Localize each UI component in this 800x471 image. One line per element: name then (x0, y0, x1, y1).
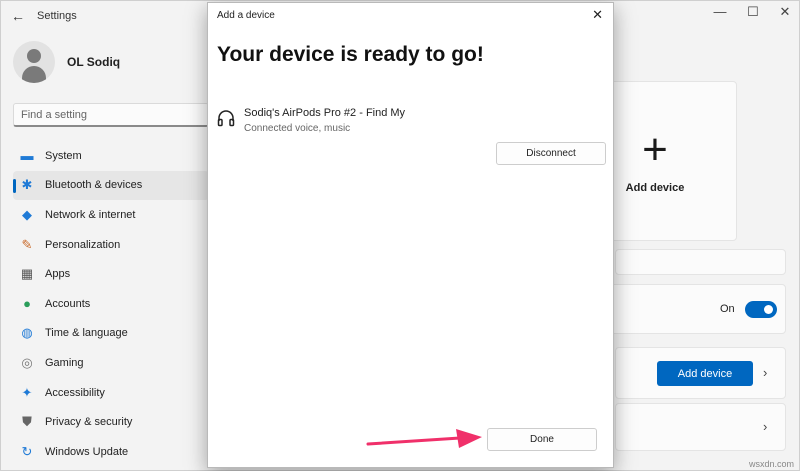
sidebar-item-network-internet[interactable]: ◆ Network & internet (13, 200, 209, 230)
disconnect-button[interactable]: Disconnect (496, 142, 606, 165)
monitor-icon: ▬ (20, 147, 34, 163)
selected-indicator (13, 178, 16, 193)
sidebar-item-bluetooth-devices[interactable]: ✱ Bluetooth & devices (13, 170, 209, 201)
device-name: Sodiq's AirPods Pro #2 - Find My (244, 107, 406, 119)
profile-name: OL Sodiq (67, 55, 121, 69)
toggle-state-label: On (720, 303, 735, 315)
chevron-right-icon[interactable]: › (763, 365, 767, 380)
minimize-icon[interactable]: — (709, 4, 731, 19)
apps-icon: ▦ (20, 266, 34, 282)
avatar (13, 41, 55, 83)
watermark: wsxdn.com (748, 459, 794, 469)
device-status: Connected voice, music (244, 123, 351, 134)
sidebar-item-label: Accessibility (45, 386, 105, 399)
sidebar-nav: ▬ System ✱ Bluetooth & devices ◆ Network & in… (13, 141, 209, 467)
sidebar-item-windows-update[interactable]: ↻ Windows Update (13, 437, 209, 467)
sidebar-item-label: Bluetooth & devices (45, 179, 143, 192)
toggle-knob (764, 305, 773, 314)
sidebar-item-label: Personalization (45, 238, 121, 251)
paired-device: Sodiq's AirPods Pro #2 - Find My Connect… (217, 107, 405, 134)
sidebar-item-privacy-security[interactable]: ⛊ Privacy & security (13, 407, 209, 437)
close-icon[interactable]: ✕ (592, 7, 603, 23)
plus-icon: + (642, 125, 668, 174)
dialog-title: Add a device (217, 10, 275, 21)
sidebar-item-label: Gaming (45, 356, 84, 369)
gamepad-icon: ◎ (21, 354, 33, 370)
wifi-icon: ◆ (22, 206, 32, 222)
sidebar-item-label: Accounts (45, 297, 91, 310)
update-icon: ↻ (21, 443, 33, 459)
sidebar-item-label: Time & language (45, 327, 128, 340)
sidebar-item-time-language[interactable]: ◍ Time & language (13, 319, 209, 349)
person-icon: ● (23, 295, 31, 311)
maximize-icon[interactable]: ☐ (742, 4, 764, 20)
back-arrow-icon[interactable]: ← (11, 8, 25, 24)
user-profile[interactable]: OL Sodiq (13, 41, 120, 83)
more-settings-row (615, 403, 786, 451)
add-device-tile-label: Add device (625, 182, 685, 194)
sidebar-item-gaming[interactable]: ◎ Gaming (13, 348, 209, 378)
add-device-button[interactable]: Add device (657, 361, 753, 386)
sidebar-item-system[interactable]: ▬ System (13, 141, 209, 171)
done-button[interactable]: Done (487, 428, 597, 451)
device-info: Sodiq's AirPods Pro #2 - Find My Connect… (244, 107, 405, 134)
dialog-title-bar: Add a device ✕ (208, 3, 613, 27)
headphones-icon (217, 110, 235, 127)
annotation-arrow-icon (366, 429, 482, 448)
bluetooth-icon: ✱ (21, 177, 33, 193)
search-input[interactable]: Find a setting (13, 103, 209, 127)
app-title: Settings (37, 10, 77, 22)
brush-icon: ✎ (21, 236, 33, 252)
sidebar-item-accessibility[interactable]: ✦ Accessibility (13, 378, 209, 408)
avatar-body-icon (22, 66, 46, 83)
sidebar-item-label: Apps (45, 268, 71, 281)
chevron-right-icon[interactable]: › (763, 419, 767, 434)
sidebar-item-apps[interactable]: ▦ Apps (13, 259, 209, 289)
avatar-head-icon (27, 49, 41, 63)
sidebar-item-label: System (45, 149, 82, 162)
sidebar-item-label: Network & internet (45, 208, 136, 221)
dialog-heading: Your device is ready to go! (217, 43, 484, 66)
accessibility-icon: ✦ (21, 384, 33, 400)
sidebar-item-personalization[interactable]: ✎ Personalization (13, 230, 209, 260)
sidebar-item-label: Privacy & security (45, 416, 133, 429)
background-row (615, 249, 786, 275)
shield-icon: ⛊ (22, 414, 32, 430)
globe-icon: ◍ (21, 325, 33, 341)
sidebar-item-label: Windows Update (45, 445, 129, 458)
add-device-dialog: Add a device ✕ Your device is ready to g… (207, 2, 614, 468)
bluetooth-toggle[interactable] (745, 301, 777, 318)
sidebar-item-accounts[interactable]: ● Accounts (13, 289, 209, 319)
close-window-icon[interactable]: ✕ (774, 4, 796, 20)
